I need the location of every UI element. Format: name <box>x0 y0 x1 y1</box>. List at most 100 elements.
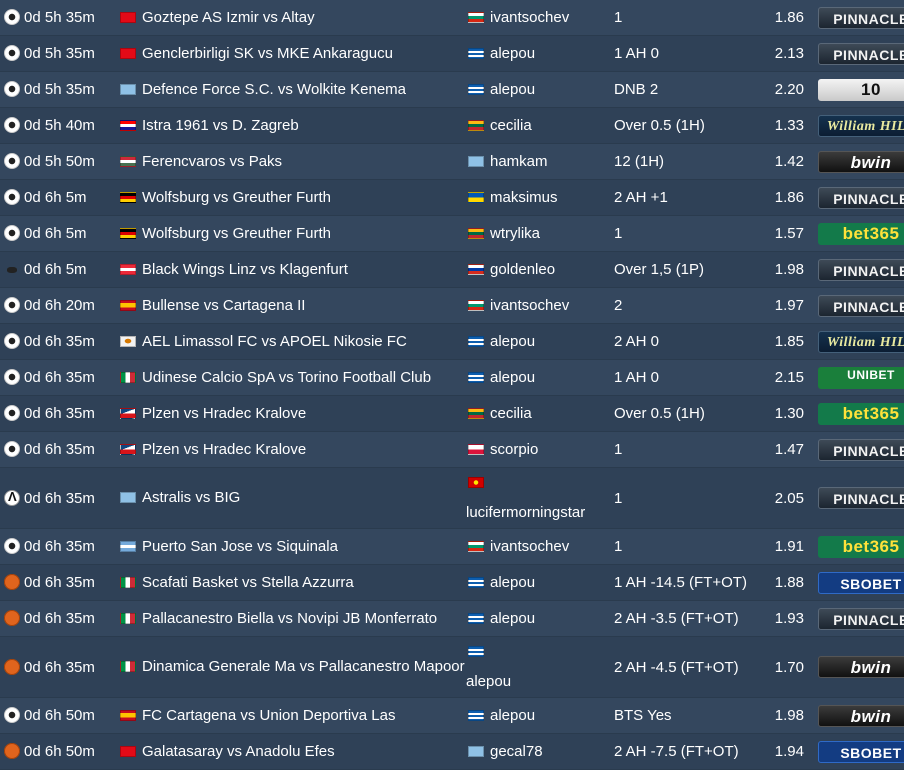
bookmaker-cell[interactable]: UNIBET <box>812 360 904 396</box>
match-name[interactable]: Dinamica Generale Ma vs Pallacanestro Ma… <box>142 658 465 675</box>
match-cell[interactable]: Puerto San Jose vs Siquinala <box>118 529 466 565</box>
tip-row[interactable]: 0d 6h 50m Galatasaray vs Anadolu Efes ge… <box>0 734 904 770</box>
tipster-name[interactable]: hamkam <box>490 153 548 170</box>
tipster-name[interactable]: ivantsochev <box>490 297 569 314</box>
tipster-name[interactable]: alepou <box>490 610 535 627</box>
bookmaker-logo[interactable]: SBOBET <box>818 740 904 763</box>
bookmaker-cell[interactable]: bwin <box>812 144 904 180</box>
bookmaker-logo[interactable]: bwin <box>818 150 904 173</box>
tip-row[interactable]: 0d 5h 35m Defence Force S.C. vs Wolkite … <box>0 72 904 108</box>
tipster-cell[interactable]: goldenleo <box>466 252 614 288</box>
match-name[interactable]: Galatasaray vs Anadolu Efes <box>142 743 335 760</box>
tipster-cell[interactable]: ivantsochev <box>466 529 614 565</box>
match-name[interactable]: Plzen vs Hradec Kralove <box>142 405 306 422</box>
match-name[interactable]: Puerto San Jose vs Siquinala <box>142 538 338 555</box>
tip-row[interactable]: 0d 6h 35m Pallacanestro Biella vs Novipi… <box>0 601 904 637</box>
match-cell[interactable]: Wolfsburg vs Greuther Furth <box>118 216 466 252</box>
tipster-cell[interactable]: alepou <box>466 698 614 734</box>
tip-row[interactable]: 0d 6h 5m Wolfsburg vs Greuther Furth mak… <box>0 180 904 216</box>
tipster-name[interactable]: cecilia <box>490 405 532 422</box>
tipster-name[interactable]: alepou <box>490 45 535 62</box>
tip-row[interactable]: 0d 6h 50m FC Cartagena vs Union Deportiv… <box>0 698 904 734</box>
bookmaker-logo[interactable]: PINNACLE <box>818 487 904 509</box>
bookmaker-cell[interactable]: bwin <box>812 698 904 734</box>
tipster-name[interactable]: goldenleo <box>490 261 555 278</box>
tip-row[interactable]: 0d 6h 5m Black Wings Linz vs Klagenfurt … <box>0 252 904 288</box>
bookmaker-logo[interactable]: 10 <box>818 78 904 101</box>
tipster-cell[interactable]: cecilia <box>466 396 614 432</box>
tip-row[interactable]: 0d 6h 35m AEL Limassol FC vs APOEL Nikos… <box>0 324 904 360</box>
tipster-name[interactable]: alepou <box>490 81 535 98</box>
tip-row[interactable]: 0d 6h 35m Udinese Calcio SpA vs Torino F… <box>0 360 904 396</box>
bookmaker-cell[interactable]: bwin <box>812 637 904 698</box>
match-name[interactable]: Pallacanestro Biella vs Novipi JB Monfer… <box>142 610 437 627</box>
match-cell[interactable]: FC Cartagena vs Union Deportiva Las <box>118 698 466 734</box>
match-cell[interactable]: Black Wings Linz vs Klagenfurt <box>118 252 466 288</box>
tipster-cell[interactable]: hamkam <box>466 144 614 180</box>
match-cell[interactable]: Plzen vs Hradec Kralove <box>118 432 466 468</box>
bookmaker-logo[interactable]: PINNACLE <box>818 186 904 209</box>
bookmaker-cell[interactable]: bet365 <box>812 216 904 252</box>
match-cell[interactable]: Defence Force S.C. vs Wolkite Kenema <box>118 72 466 108</box>
match-name[interactable]: AEL Limassol FC vs APOEL Nikosie FC <box>142 333 407 350</box>
match-cell[interactable]: Udinese Calcio SpA vs Torino Football Cl… <box>118 360 466 396</box>
tipster-cell[interactable]: ivantsochev <box>466 288 614 324</box>
bookmaker-logo[interactable]: PINNACLE <box>818 438 904 461</box>
match-cell[interactable]: AEL Limassol FC vs APOEL Nikosie FC <box>118 324 466 360</box>
bookmaker-cell[interactable]: PINNACLE <box>812 432 904 468</box>
bookmaker-cell[interactable]: PINNACLE <box>812 288 904 324</box>
tipster-cell[interactable]: alepou <box>466 72 614 108</box>
match-cell[interactable]: Ferencvaros vs Paks <box>118 144 466 180</box>
tip-row[interactable]: 0d 6h 35m Scafati Basket vs Stella Azzur… <box>0 565 904 601</box>
bookmaker-cell[interactable]: SBOBET <box>812 565 904 601</box>
match-name[interactable]: FC Cartagena vs Union Deportiva Las <box>142 707 395 724</box>
tipster-name[interactable]: wtrylika <box>490 225 540 242</box>
bookmaker-cell[interactable]: PINNACLE <box>812 252 904 288</box>
tipster-cell[interactable]: maksimus <box>466 180 614 216</box>
match-name[interactable]: Scafati Basket vs Stella Azzurra <box>142 574 354 591</box>
bookmaker-logo[interactable]: bet365 <box>818 222 904 245</box>
bookmaker-logo[interactable]: bwin <box>818 656 904 678</box>
tipster-cell[interactable]: cecilia <box>466 108 614 144</box>
tipster-name[interactable]: alepou <box>490 333 535 350</box>
match-name[interactable]: Plzen vs Hradec Kralove <box>142 441 306 458</box>
tipster-name[interactable]: alepou <box>490 707 535 724</box>
match-name[interactable]: Istra 1961 vs D. Zagreb <box>142 117 299 134</box>
bookmaker-logo[interactable]: William HILL <box>818 330 904 353</box>
tipster-cell[interactable]: lucifermorningstar <box>466 468 614 529</box>
bookmaker-cell[interactable]: bet365 <box>812 396 904 432</box>
bookmaker-cell[interactable]: 10 <box>812 72 904 108</box>
bookmaker-logo[interactable]: William HILL <box>818 114 904 137</box>
bookmaker-logo[interactable]: SBOBET <box>818 571 904 594</box>
bookmaker-cell[interactable]: PINNACLE <box>812 468 904 529</box>
tipster-name[interactable]: maksimus <box>490 189 558 206</box>
match-name[interactable]: Ferencvaros vs Paks <box>142 153 282 170</box>
tipster-cell[interactable]: gecal78 <box>466 734 614 770</box>
bookmaker-logo[interactable]: PINNACLE <box>818 294 904 317</box>
match-cell[interactable]: Scafati Basket vs Stella Azzurra <box>118 565 466 601</box>
match-cell[interactable]: Istra 1961 vs D. Zagreb <box>118 108 466 144</box>
match-cell[interactable]: Pallacanestro Biella vs Novipi JB Monfer… <box>118 601 466 637</box>
bookmaker-cell[interactable]: SBOBET <box>812 734 904 770</box>
tip-row[interactable]: 0d 6h 35m Astralis vs BIG lucifermorning… <box>0 468 904 529</box>
tipster-cell[interactable]: ivantsochev <box>466 0 614 36</box>
tipster-cell[interactable]: alepou <box>466 637 614 698</box>
tip-row[interactable]: 0d 6h 5m Wolfsburg vs Greuther Furth wtr… <box>0 216 904 252</box>
match-cell[interactable]: Galatasaray vs Anadolu Efes <box>118 734 466 770</box>
bookmaker-logo[interactable]: bet365 <box>818 402 904 425</box>
tipster-name[interactable]: lucifermorningstar <box>466 504 585 521</box>
tipster-name[interactable]: ivantsochev <box>490 538 569 555</box>
bookmaker-logo[interactable]: UNIBET <box>818 367 904 389</box>
tip-row[interactable]: 0d 5h 35m Goztepe AS Izmir vs Altay ivan… <box>0 0 904 36</box>
match-name[interactable]: Wolfsburg vs Greuther Furth <box>142 225 331 242</box>
bookmaker-cell[interactable]: bet365 <box>812 529 904 565</box>
tipster-cell[interactable]: alepou <box>466 601 614 637</box>
bookmaker-logo[interactable]: bwin <box>818 704 904 727</box>
match-cell[interactable]: Wolfsburg vs Greuther Furth <box>118 180 466 216</box>
match-cell[interactable]: Plzen vs Hradec Kralove <box>118 396 466 432</box>
tip-row[interactable]: 0d 5h 35m Genclerbirligi SK vs MKE Ankar… <box>0 36 904 72</box>
match-name[interactable]: Black Wings Linz vs Klagenfurt <box>142 261 348 278</box>
bookmaker-logo[interactable]: PINNACLE <box>818 42 904 65</box>
tipster-name[interactable]: alepou <box>466 673 511 690</box>
tipster-name[interactable]: alepou <box>490 574 535 591</box>
